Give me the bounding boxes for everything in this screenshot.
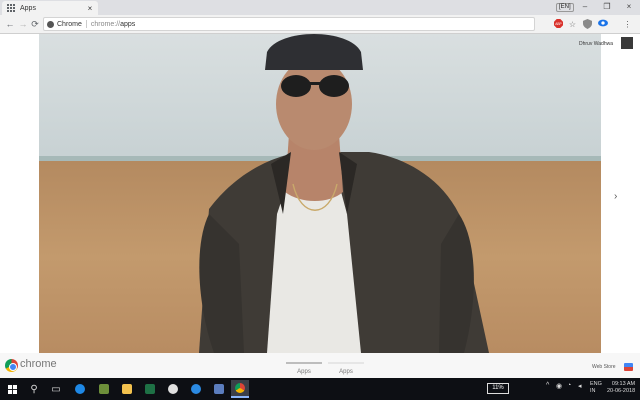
network-icon[interactable]: ◔	[567, 382, 571, 389]
avatar[interactable]	[621, 37, 633, 49]
file-explorer-icon[interactable]	[118, 380, 136, 398]
search-icon[interactable]: ⚲	[25, 380, 43, 398]
eye-icon[interactable]	[597, 19, 608, 30]
signed-in-user-name[interactable]: Dhruv Wadhwa	[579, 41, 613, 47]
forward-button[interactable]: →	[17, 18, 29, 30]
web-store-link[interactable]: Web Store	[592, 364, 616, 370]
chrome-taskbar-icon[interactable]	[231, 380, 249, 398]
maximize-button[interactable]: ❐	[596, 0, 618, 15]
apps-page: Dhruv Wadhwa › chrome Apps Apps Web Stor…	[0, 34, 640, 378]
omnibox-separator	[85, 20, 87, 28]
volume-icon[interactable]: ◂	[578, 382, 582, 390]
page-tab-label: Apps	[297, 369, 311, 375]
page-tab-indicator	[328, 362, 364, 364]
windows-start-icon[interactable]	[3, 380, 21, 398]
windows-taskbar: ⚲ ▭ 11% ^ ◉ ◔ ◂ ENG IN 09:13 AM 20-06-20…	[0, 378, 640, 400]
close-window-button[interactable]: ×	[618, 0, 640, 15]
web-store-icon[interactable]	[624, 363, 633, 371]
apps-grid-icon	[6, 4, 15, 13]
app-icon[interactable]	[210, 380, 228, 398]
paint-icon[interactable]	[164, 380, 182, 398]
language-indicator[interactable]: ENG IN	[590, 381, 602, 395]
tab-apps[interactable]: Apps ×	[2, 1, 98, 15]
task-view-icon[interactable]: ▭	[47, 380, 65, 398]
clock-date: 20-06-2018	[607, 388, 636, 394]
chrome-wordmark: chrome	[20, 358, 57, 370]
taskbar-clock[interactable]: 09:13 AM 20-06-2018	[607, 381, 635, 395]
menu-icon[interactable]: ⋮	[622, 19, 633, 30]
svg-text:ABP: ABP	[555, 22, 561, 26]
page-tab-apps-1[interactable]: Apps	[286, 362, 322, 375]
reload-button[interactable]: ⟳	[29, 18, 41, 30]
apps-footer: chrome Apps Apps Web Store	[0, 353, 640, 378]
page-tab-label: Apps	[339, 369, 353, 375]
page-tab-apps-2[interactable]: Apps	[328, 362, 364, 375]
media-player-icon[interactable]	[95, 380, 113, 398]
tab-title: Apps	[20, 4, 36, 12]
chrome-page-icon	[47, 20, 54, 28]
minimize-button[interactable]: –	[574, 0, 596, 15]
omnibox-url: chrome://apps	[90, 20, 136, 28]
page-tab-indicator	[286, 362, 322, 364]
address-bar[interactable]: Chrome chrome://apps	[43, 17, 535, 31]
internet-explorer-icon[interactable]	[187, 380, 205, 398]
theme-background-photo	[39, 34, 601, 353]
tab-close-icon[interactable]: ×	[86, 4, 94, 13]
tab-strip: Apps × [EN] – ❐ ×	[0, 0, 640, 15]
chrome-logo-icon	[5, 359, 18, 372]
next-page-arrow-icon[interactable]: ›	[614, 191, 617, 202]
clock-time: 09:13 AM	[611, 381, 636, 387]
browser-toolbar: ← → ⟳ Chrome chrome://apps ABP ☆ ⋮	[0, 15, 640, 34]
tray-app-icon[interactable]: ◉	[556, 382, 562, 390]
chevron-up-icon[interactable]: ^	[546, 382, 549, 389]
edge-icon[interactable]	[71, 380, 89, 398]
back-button[interactable]: ←	[4, 18, 16, 30]
omnibox-origin: Chrome	[57, 20, 82, 28]
star-icon[interactable]: ☆	[567, 19, 578, 30]
profile-badge[interactable]: [EN]	[556, 3, 574, 12]
shield-icon[interactable]	[582, 19, 593, 30]
excel-icon[interactable]	[141, 380, 159, 398]
battery-indicator[interactable]: 11%	[487, 383, 509, 394]
abp-icon[interactable]: ABP	[553, 19, 564, 30]
